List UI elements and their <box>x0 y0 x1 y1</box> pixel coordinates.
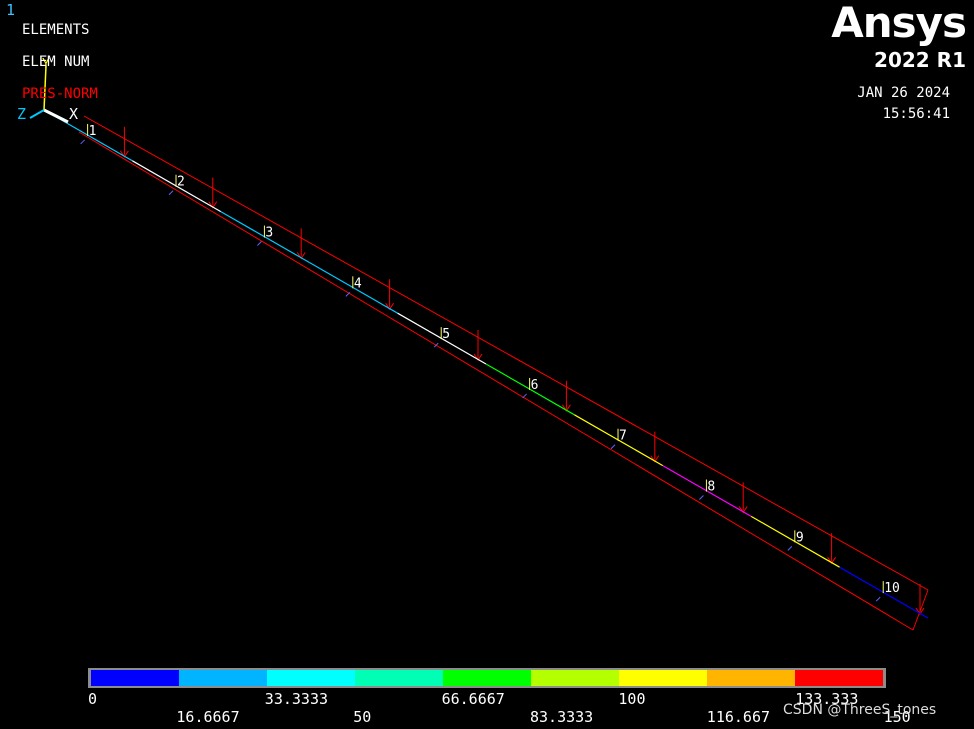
legend-label-bottom-2: 50 <box>353 708 372 726</box>
element-number-4: 4 <box>354 276 362 291</box>
legend-segment-2 <box>179 670 267 686</box>
element-marker-10 <box>875 596 881 602</box>
pressure-bottom-edge <box>78 131 914 631</box>
element-marker-2 <box>168 190 174 196</box>
legend-segment-8 <box>707 670 795 686</box>
element-number-1: 1 <box>89 124 97 139</box>
element-number-6: 6 <box>531 378 539 393</box>
legend-label-bottom-4: 116.667 <box>706 708 771 726</box>
element-number-8: 8 <box>707 480 715 495</box>
legend-segment-5 <box>443 670 531 686</box>
element-number-10: 10 <box>884 581 900 596</box>
graphics-window[interactable]: 1 2 3 4 5 6 7 8 9 10 XYZ 1 ELEMENTS ELEM NUM PRES… <box>0 0 974 729</box>
legend-segment-4 <box>355 670 443 686</box>
element-number-3: 3 <box>265 226 273 241</box>
watermark: CSDN @ThreeS_tones <box>783 702 937 718</box>
legend-label-top-4: 100 <box>618 690 646 708</box>
contour-legend-bar <box>88 668 886 688</box>
element-marker-1 <box>80 139 85 145</box>
legend-segment-1 <box>91 670 179 686</box>
element-number-5: 5 <box>442 327 450 342</box>
element-number-7: 7 <box>619 429 627 444</box>
element-marker-9 <box>787 545 793 551</box>
ansys-logo: Ansys 2022 R1 <box>828 0 968 72</box>
brand-version: 2022 R1 <box>874 48 966 72</box>
legend-segment-6 <box>531 670 619 686</box>
element-marker-8 <box>699 495 704 500</box>
plot-label-elem-num: ELEM NUM <box>22 54 90 70</box>
legend-label-top-1: 0 <box>88 690 98 708</box>
legend-segment-7 <box>619 670 707 686</box>
element-number-2: 2 <box>177 175 185 190</box>
legend-segment-9 <box>795 670 883 686</box>
plot-label-pres-norm: PRES-NORM <box>22 86 98 102</box>
triad-x-axis <box>43 108 69 124</box>
triad-z-axis <box>29 109 45 119</box>
plot-label-elements: ELEMENTS <box>22 22 90 38</box>
legend-segment-3 <box>267 670 355 686</box>
legend-label-bottom-3: 83.3333 <box>530 708 594 726</box>
element-number-9: 9 <box>796 530 804 545</box>
element-marker-6 <box>522 393 527 399</box>
element-ticks <box>80 123 884 602</box>
element-marker-7 <box>610 444 616 450</box>
element-number-labels: 1 2 3 4 5 6 7 8 9 10 <box>89 124 900 596</box>
triad-z-label: Z <box>17 105 26 123</box>
pressure-top-edge <box>83 115 929 591</box>
legend-label-bottom-1: 16.6667 <box>176 708 240 726</box>
beam-model: 12345678910 XYZ <box>17 57 929 631</box>
element-marker-3 <box>257 241 262 246</box>
brand-name: Ansys <box>831 0 967 47</box>
plot-date: JAN 26 2024 <box>857 85 950 101</box>
plot-time: 15:56:41 <box>882 106 950 122</box>
legend-label-top-3: 66.6667 <box>441 690 505 708</box>
window-number: 1 <box>6 1 16 19</box>
legend-label-top-2: 33.3333 <box>264 690 329 708</box>
triad-x-label: X <box>69 105 78 123</box>
pressure-outline <box>78 115 929 631</box>
